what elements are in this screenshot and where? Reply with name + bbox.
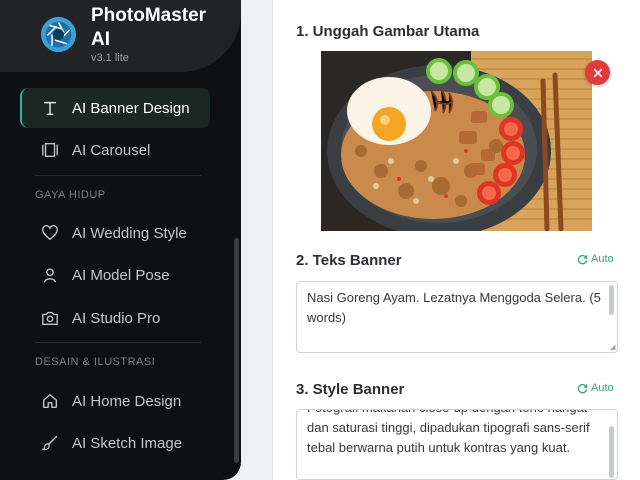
user-icon bbox=[40, 265, 60, 285]
textarea-scrollbar[interactable] bbox=[609, 285, 614, 315]
text-icon bbox=[40, 98, 60, 118]
app-version: v3.1 lite bbox=[91, 52, 129, 64]
section-label-desain-ilustrasi: DESAIN & ILUSTRASI bbox=[35, 356, 156, 368]
sidebar-item-ai-studio-pro[interactable]: AI Studio Pro bbox=[20, 298, 210, 338]
brush-icon bbox=[40, 433, 60, 453]
sidebar-item-label: AI Wedding Style bbox=[72, 224, 187, 242]
section-label-gaya-hidup: GAYA HIDUP bbox=[35, 189, 106, 201]
sidebar-item-ai-home-design[interactable]: AI Home Design bbox=[20, 381, 210, 421]
refresh-icon bbox=[577, 254, 588, 264]
upload-heading: 1. Unggah Gambar Utama bbox=[296, 23, 480, 40]
carousel-icon bbox=[40, 140, 60, 160]
refresh-icon bbox=[577, 383, 588, 393]
textarea-scrollbar[interactable] bbox=[609, 426, 614, 478]
sidebar-item-ai-sketch-image[interactable]: AI Sketch Image bbox=[20, 423, 210, 463]
banner-text-value: Nasi Goreng Ayam. Lezatnya Menggoda Sele… bbox=[307, 290, 601, 325]
resize-handle-icon[interactable]: ◢ bbox=[610, 344, 616, 351]
sidebar-item-label: AI Carousel bbox=[72, 141, 151, 159]
close-icon bbox=[593, 68, 602, 77]
sidebar: PhotoMaster AI v3.1 lite AI Banner Desig… bbox=[0, 0, 241, 480]
text-banner-heading: 2. Teks Banner bbox=[296, 252, 402, 269]
sidebar-item-label: AI Model Pose bbox=[72, 266, 170, 284]
remove-image-button[interactable] bbox=[585, 60, 610, 85]
sidebar-scrollbar[interactable] bbox=[234, 238, 239, 463]
banner-style-value: Fotografi makanan close-up dengan tone h… bbox=[307, 410, 590, 455]
auto-label: Auto bbox=[591, 382, 614, 394]
uploaded-food-image bbox=[321, 51, 592, 231]
style-banner-heading: 3. Style Banner bbox=[296, 381, 405, 398]
sidebar-item-label: AI Studio Pro bbox=[72, 309, 161, 327]
sidebar-item-label: AI Sketch Image bbox=[72, 434, 183, 452]
divider bbox=[35, 175, 201, 176]
home-icon bbox=[40, 391, 60, 411]
banner-text-field[interactable]: Nasi Goreng Ayam. Lezatnya Menggoda Sele… bbox=[296, 281, 618, 353]
camera-lens-logo-icon bbox=[40, 16, 77, 53]
sidebar-item-ai-carousel[interactable]: AI Carousel bbox=[20, 130, 210, 170]
app-title: PhotoMaster AI bbox=[91, 5, 207, 50]
main-panel: 1. Unggah Gambar Utama 2. Teks Banner Au… bbox=[272, 0, 640, 480]
style-auto-button[interactable]: Auto bbox=[577, 382, 614, 394]
sidebar-item-label: AI Home Design bbox=[72, 392, 182, 410]
heart-icon bbox=[40, 223, 60, 243]
camera-icon bbox=[40, 308, 60, 328]
sidebar-item-label: AI Banner Design bbox=[72, 99, 190, 117]
text-auto-button[interactable]: Auto bbox=[577, 253, 614, 265]
sidebar-item-ai-model-pose[interactable]: AI Model Pose bbox=[20, 255, 210, 295]
sidebar-item-ai-wedding-style[interactable]: AI Wedding Style bbox=[20, 213, 210, 253]
divider bbox=[35, 342, 201, 343]
brand-header: PhotoMaster AI v3.1 lite bbox=[0, 0, 241, 72]
sidebar-item-ai-banner-design[interactable]: AI Banner Design bbox=[20, 88, 210, 128]
auto-label: Auto bbox=[591, 253, 614, 265]
banner-style-field[interactable]: Fotografi makanan close-up dengan tone h… bbox=[296, 409, 618, 480]
